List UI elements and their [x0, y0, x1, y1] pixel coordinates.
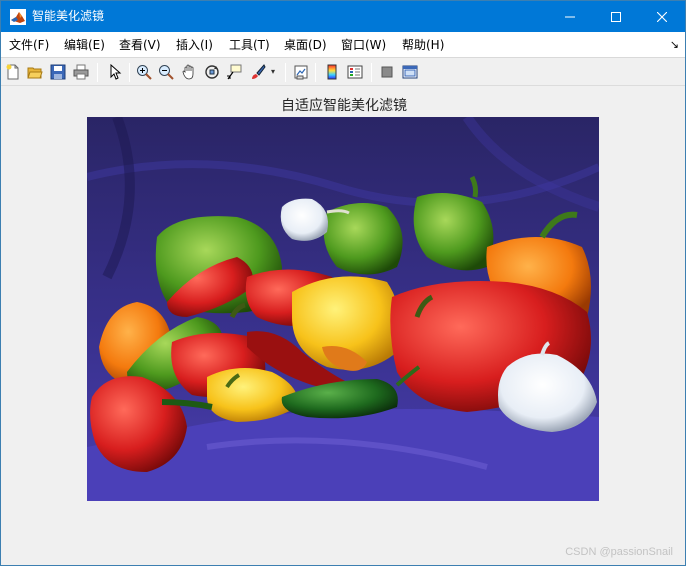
maximize-button[interactable] — [593, 1, 639, 32]
menu-insert[interactable]: 插入(I) — [176, 37, 213, 53]
rotate-3d-icon — [205, 65, 219, 79]
save-icon — [50, 64, 66, 80]
minimize-icon — [565, 16, 575, 17]
rotate-3d-button[interactable] — [202, 62, 222, 82]
open-button[interactable] — [25, 62, 45, 82]
zoom-out-button[interactable] — [156, 62, 176, 82]
show-plot-tools-icon — [402, 65, 418, 79]
hide-plot-tools-icon — [381, 66, 393, 78]
new-figure-icon — [6, 64, 19, 80]
title-bar[interactable]: 智能美化滤镜 — [1, 1, 685, 32]
menu-file[interactable]: 文件(F) — [9, 37, 49, 53]
toolbar-separator — [371, 63, 372, 82]
data-cursor-icon — [227, 64, 242, 80]
menu-desktop[interactable]: 桌面(D) — [284, 37, 327, 53]
maximize-icon — [611, 11, 621, 22]
toolbar-separator — [129, 63, 130, 82]
watermark-text: CSDN @passionSnail — [565, 546, 673, 558]
new-figure-button[interactable] — [3, 62, 23, 82]
toolbar-separator — [285, 63, 286, 82]
pan-button[interactable] — [179, 62, 199, 82]
close-button[interactable] — [639, 1, 685, 32]
figure-title: 自适应智能美化滤镜 — [281, 98, 407, 114]
menu-edit[interactable]: 编辑(E) — [64, 37, 105, 53]
data-cursor-button[interactable] — [224, 62, 244, 82]
link-plot-button[interactable] — [291, 62, 311, 82]
colorbar-icon — [327, 64, 337, 80]
hide-plot-tools-button[interactable] — [377, 62, 397, 82]
minimize-button[interactable] — [547, 1, 593, 32]
print-icon — [73, 64, 89, 80]
toolbar-separator — [97, 63, 98, 82]
print-button[interactable] — [71, 62, 91, 82]
window-title: 智能美化滤镜 — [32, 9, 105, 23]
zoom-in-icon — [137, 65, 152, 80]
figure-toolbar: ▾ — [1, 59, 685, 86]
zoom-in-button[interactable] — [134, 62, 154, 82]
close-icon — [657, 11, 667, 22]
pan-icon — [182, 64, 194, 80]
menu-bar: 文件(F) 编辑(E) 查看(V) 插入(I) 工具(T) 桌面(D) 窗口(W… — [1, 32, 685, 58]
menu-view[interactable]: 查看(V) — [119, 37, 161, 53]
legend-button[interactable] — [345, 62, 365, 82]
colorbar-button[interactable] — [322, 62, 342, 82]
link-plot-icon — [294, 65, 308, 80]
toolbar-separator — [315, 63, 316, 82]
open-icon — [27, 67, 43, 79]
brush-icon — [252, 64, 266, 79]
zoom-out-icon — [159, 65, 174, 80]
pointer-button[interactable] — [105, 62, 125, 82]
pointer-icon — [110, 64, 122, 80]
show-plot-tools-button[interactable] — [400, 62, 420, 82]
dock-arrow-icon[interactable]: ↘ — [670, 38, 679, 51]
menu-window[interactable]: 窗口(W) — [341, 37, 386, 53]
peppers-image — [87, 117, 599, 501]
matlab-app-icon — [10, 9, 26, 25]
figure-window: 智能美化滤镜 文件(F) 编辑(E) 查看(V) 插入(I) 工具(T) 桌面(… — [0, 0, 686, 566]
brush-button[interactable] — [248, 62, 268, 82]
brush-dropdown-icon[interactable]: ▾ — [271, 67, 275, 76]
menu-help[interactable]: 帮助(H) — [402, 37, 444, 53]
save-button[interactable] — [48, 62, 68, 82]
legend-icon — [347, 65, 363, 79]
menu-tools[interactable]: 工具(T) — [229, 37, 270, 53]
